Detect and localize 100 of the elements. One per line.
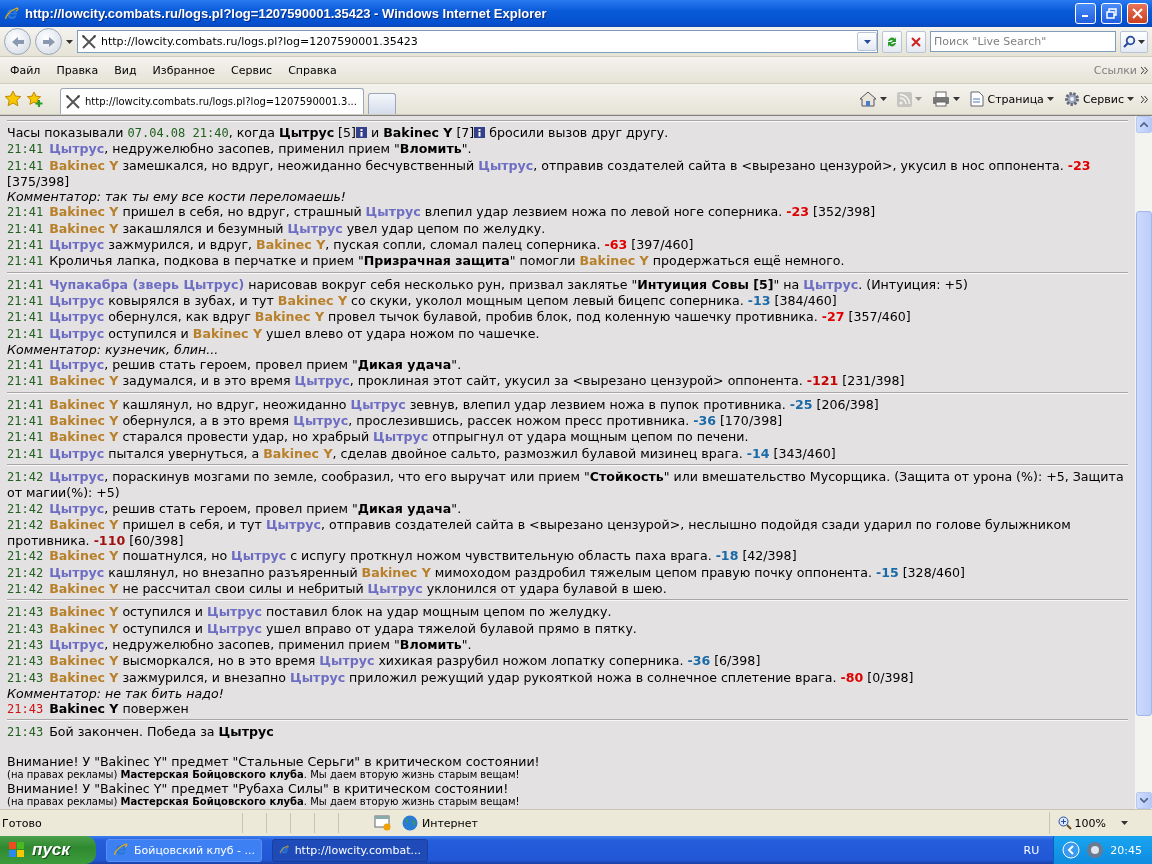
menu-item[interactable]: Файл — [4, 63, 47, 77]
star-icon[interactable] — [4, 90, 22, 108]
scroll-thumb[interactable] — [1135, 211, 1152, 716]
zone-text: Интернет — [422, 816, 479, 830]
log-line: 21:41 Bakinec Y закашлялся и безумный Цытрус увел удар цепом по желудку. — [7, 220, 547, 238]
window-title: http://lowcity.combats.ru/logs.pl?log=1207590001.35423 - Windows Internet Explorer — [25, 6, 548, 21]
taskbar-button[interactable]: Бойцовский клуб - ... — [106, 838, 262, 862]
gear-icon — [1063, 91, 1080, 107]
tray-app-icon[interactable] — [1086, 841, 1105, 859]
crossed-swords-icon — [65, 93, 81, 110]
log-line: 21:41 Цытрус, решив стать героем, провел прием "Дикая удача". — [7, 357, 463, 374]
caret-icon — [953, 97, 961, 101]
refresh-button[interactable] — [882, 30, 902, 53]
menu-item[interactable]: Избранное — [146, 63, 222, 77]
ie-logo-icon — [4, 5, 20, 22]
restore-icon — [1106, 8, 1117, 19]
close-button[interactable] — [1127, 3, 1148, 24]
taskbar-button[interactable]: http://lowcity.combat... — [272, 838, 428, 862]
status-text: Готово — [1, 816, 43, 830]
start-button[interactable]: пуск — [0, 836, 96, 864]
log-line: 21:43 Бой закончен. Победа за Цытрус — [7, 724, 275, 741]
warning-text: Внимание! У "Bakinec Y" предмет "Рубаха Силы" в критическом состоянии! — [7, 781, 510, 796]
caret-icon — [1046, 97, 1054, 101]
menu-item[interactable]: Справка — [282, 63, 343, 77]
search-field[interactable]: Поиск "Live Search" — [930, 31, 1116, 52]
crossed-swords-icon — [81, 33, 97, 50]
ad-text: (на правах рекламы) Мастерская Бойцовского клуба. Мы даем вторую жизнь старым вещам! — [7, 796, 521, 809]
log-line: 21:41 Bakinec Y старался провести удар, но храбрый Цытрус отпрыгнул от удара мощным цепом по печени. — [7, 429, 750, 446]
search-button[interactable] — [1120, 30, 1148, 53]
log-line: 21:41 Bakinec Y задумался, и в это время Цытрус, проклиная этот сайт, укусил за <вырезано цензурой> оппонента. -121 [231/398] — [7, 373, 906, 390]
minimize-button[interactable] — [1075, 3, 1096, 24]
warning-text: Внимание! У "Bakinec Y" предмет "Стальные Серьги" в критическом состоянии! — [7, 753, 541, 769]
close-icon — [1132, 8, 1143, 19]
printer-icon — [932, 91, 951, 107]
log-text: бросили вызов друг другу. — [488, 125, 669, 140]
chevron-icon[interactable] — [1141, 66, 1148, 74]
clock: 20:45 — [1110, 843, 1142, 857]
caret-icon — [880, 97, 888, 101]
log-line: Комментатор: так ты ему все кости переломаешь! — [7, 189, 347, 205]
log-line: Комментатор: не так бить надо! — [7, 685, 225, 702]
add-star-icon[interactable] — [26, 90, 44, 108]
log-line: 21:41 Цытрус оступился и Bakinec Y ушел влево от удара ножом по чашечке. — [7, 325, 541, 342]
log-line: 21:41 Кроличья лапка, подкова в перчатке и прием "Призрачная защита" помогли Bakinec Y продержаться ещё немного. — [7, 253, 846, 270]
log-line: 21:42 Цытрус, пораскинув мозгами по земле, сообразил, что его выручат или прием "Стойкость" или вмешательство Мусорщика. (Защита от урона (%): +5, Защита от магии(%): +5) — [7, 468, 1125, 501]
stop-icon — [910, 35, 922, 48]
tools-command-button[interactable]: Сервис — [1060, 87, 1137, 111]
forward-button[interactable] — [35, 28, 62, 55]
log-line: 21:43 Bakinec Y зажмурился, и внезапно Цытрус приложил режущий удар рукояткой ножа в солнечное сплетение врага. -80 [0/398] — [7, 669, 915, 686]
menu-item[interactable]: Правка — [50, 63, 105, 77]
page-command-button[interactable]: Страница — [967, 87, 1057, 111]
globe-icon — [402, 815, 418, 831]
log-line: 21:42 Цытрус, решив стать героем, провел прием "Дикая удача". — [7, 500, 463, 517]
log-line: 21:41 Цытрус пытался увернуться, а Bakinec Y, сделав двойное сальто, размозжил булавой мизинец врага. -14 [343/460] — [7, 445, 837, 462]
stop-button[interactable] — [906, 30, 926, 53]
menu-item[interactable]: Вид — [108, 63, 143, 77]
address-dropdown-button[interactable] — [857, 32, 877, 51]
browser-tab[interactable]: http://lowcity.combats.ru/logs.pl?log=1207590001.3... — [60, 88, 364, 114]
windows-logo-icon — [8, 841, 26, 859]
log-line: 21:41 Bakinec Y кашлянул, но вдруг, неожиданно Цытрус зевнув, влепил удар лезвием ножа в пупок противника. -25 [206/398] — [7, 396, 880, 414]
info-icon[interactable] — [355, 127, 367, 138]
ie-logo-icon — [113, 842, 129, 858]
log-text: Часы показывали 07.04.08 21:40, когда Цытрус [5] — [7, 125, 356, 140]
log-line: 21:43 Bakinec Y оступился и Цытрус поставил блок на удар мощным цепом по желудку. — [7, 604, 613, 621]
log-line: 21:43 Bakinec Y повержен — [7, 701, 190, 718]
zoom-button[interactable]: 100% — [1048, 812, 1114, 834]
restore-button[interactable] — [1101, 3, 1122, 24]
log-line: 21:41 Цытрус ковырялся в зубах, и тут Bakinec Y со скуки, уколол мощным цепом левый бицепс соперника. -13 [384/460] — [7, 292, 838, 310]
log-line: 21:43 Цытрус, недружелюбно засопев, применил прием "Вломить". — [7, 636, 473, 654]
scroll-up-button[interactable] — [1135, 116, 1152, 133]
menu-item[interactable]: Сервис — [225, 63, 279, 77]
caret-icon — [1138, 39, 1145, 44]
log-line: 21:43 Bakinec Y оступился и Цытрус ушел вправо от удара тяжелой булавой прямо в пятку. — [7, 620, 638, 637]
log-line: 21:41 Bakinec Y обернулся, а в это время Цытрус, прослезившись, рассек ножом пресс противника. -36 [170/398] — [7, 413, 784, 430]
zoom-icon — [1057, 816, 1072, 830]
scrollbar[interactable] — [1135, 116, 1152, 809]
log-line: 21:43 Bakinec Y высморкался, но в это время Цытрус хихикая разрубил ножом лопатку соперника. -36 [6/398] — [7, 653, 762, 670]
back-button[interactable] — [4, 28, 31, 55]
log-line: 21:41 Цытрус обернулся, как вдруг Bakinec Y провел тычок булавой, пробив блок, под коленную чашечку противника. -27 [357/460] — [7, 309, 912, 326]
info-icon[interactable] — [474, 127, 486, 138]
log-line: 21:41 Bakinec Y пришел в себя, но вдруг, страшный Цытрус влепил удар лезвием ножа по левой ноге соперника. -23 [352/398] — [7, 204, 877, 221]
address-field[interactable]: http://lowcity.combats.ru/logs.pl?log=1207590001.35423 — [77, 30, 878, 53]
log-line: 21:41 Цытрус зажмурился, и вдруг, Bakinec Y, пуская сопли, сломал палец соперника. -63 [397/460] — [7, 237, 695, 254]
chevron-up-icon — [1139, 122, 1148, 127]
search-icon — [1123, 35, 1136, 48]
log-line: 21:41 Цытрус, недружелюбно засопев, применил прием "Вломить". — [7, 141, 473, 158]
log-line: 21:41 Чупакабра (зверь Цытрус) нарисовав вокруг себя несколько рун, призвал заклятье "Интуиция Совы [5]" на Цытрус. (Интуиция: +5) — [7, 276, 969, 293]
ad-text: (на правах рекламы) Мастерская Бойцовского клуба. Мы даем вторую жизнь старым вещам! — [7, 769, 521, 781]
caret-icon — [66, 39, 73, 44]
feed-icon — [897, 91, 913, 107]
caret-icon — [1127, 97, 1134, 101]
log-text: и Bakinec Y [7] — [369, 125, 475, 140]
log-line: 21:42 Bakinec Y пошатнулся, но Цытрус с испугу проткнул ножом чувствительную область паха врага. -18 [42/398] — [7, 548, 798, 565]
home-icon — [859, 91, 878, 107]
caret-icon — [1120, 821, 1128, 825]
log-line: 21:42 Цытрус кашлянул, но внезапно разъяренный Bakinec Y мимоходом раздробил тяжелым цепом правую почку оппонента. -15 [328/460] — [7, 564, 966, 581]
forward-arrow-icon — [41, 35, 56, 48]
chevron-icon[interactable] — [1141, 95, 1148, 103]
language-indicator[interactable]: RU — [1023, 843, 1040, 857]
caret-icon — [915, 97, 923, 101]
scroll-down-button[interactable] — [1135, 792, 1152, 809]
